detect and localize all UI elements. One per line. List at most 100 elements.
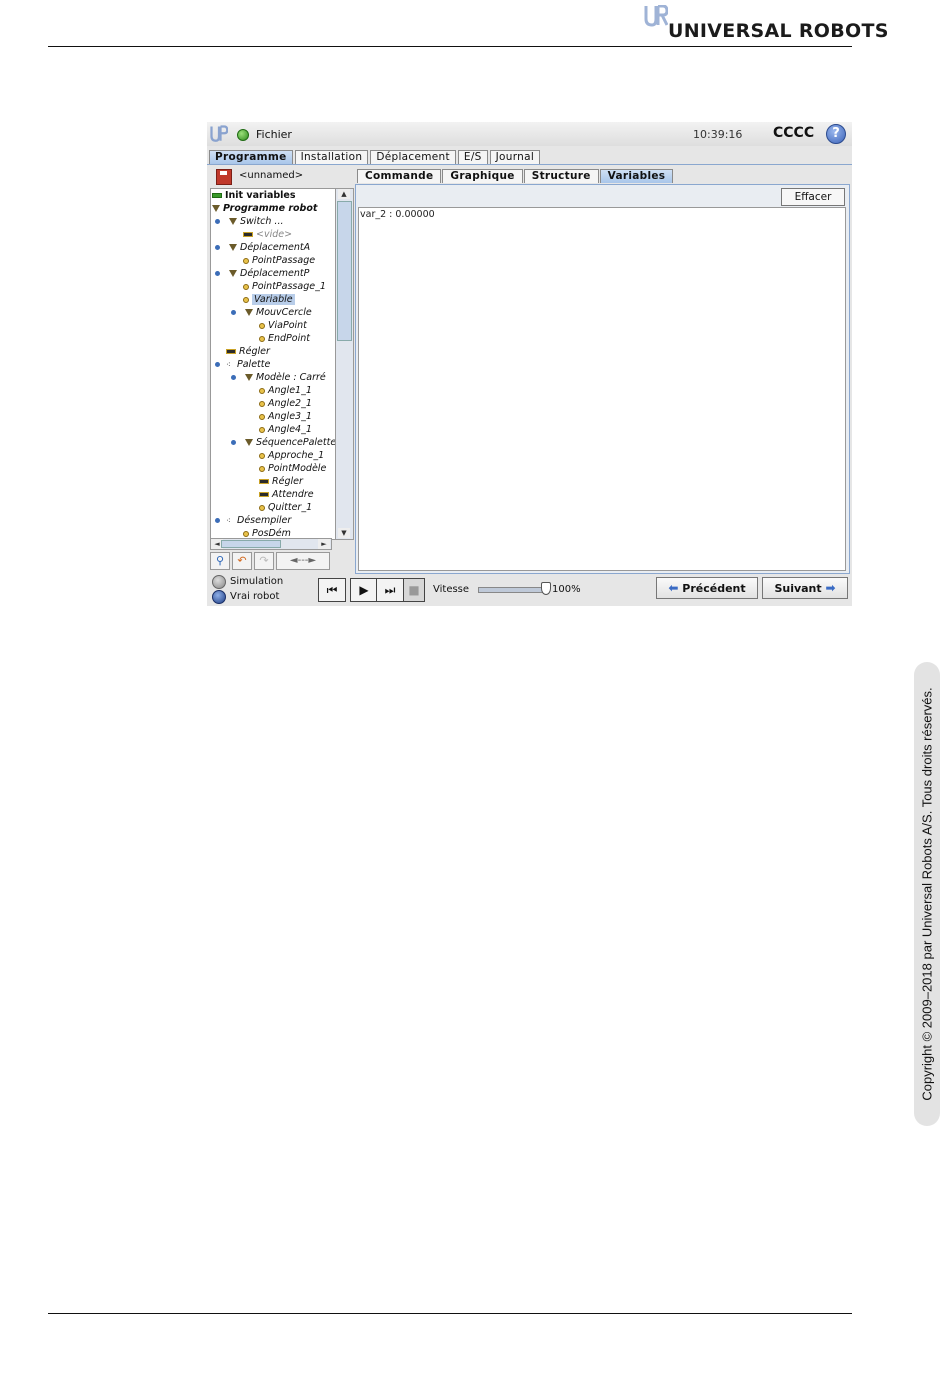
tree-node-modele-carre[interactable]: Modèle : Carré	[245, 371, 326, 384]
save-icon[interactable]	[216, 169, 232, 185]
skip-back-icon[interactable]: ⏮	[318, 578, 346, 602]
tab-commande[interactable]: Commande	[357, 169, 442, 183]
variable-row[interactable]: var_2 : 0.00000	[360, 209, 435, 220]
variables-panel: Effacer var_2 : 0.00000	[355, 184, 850, 574]
tree-node-regler-2[interactable]: Régler	[259, 475, 303, 488]
tab-deplacement[interactable]: Déplacement	[370, 150, 456, 164]
tree-node-angle2[interactable]: Angle2_1	[259, 397, 312, 410]
triangle-icon	[245, 309, 253, 316]
tree-node-deplacementp[interactable]: DéplacementP	[229, 267, 309, 280]
tree-node-mouvcercle[interactable]: MouvCercle	[245, 306, 312, 319]
speed-label: Vitesse	[433, 584, 470, 595]
tree-node-regler[interactable]: Régler	[226, 345, 270, 358]
file-menu[interactable]: Fichier	[256, 128, 292, 141]
tab-variables[interactable]: Variables	[599, 169, 674, 183]
tree-node-sequencepalette[interactable]: SéquencePalette	[245, 436, 336, 449]
previous-button[interactable]: ⬅ Précédent	[656, 577, 758, 599]
speed-slider-handle[interactable]	[541, 582, 551, 595]
tab-structure[interactable]: Structure	[523, 169, 599, 183]
tree-node-pointmodele[interactable]: PointModèle	[259, 462, 326, 475]
clear-button[interactable]: Effacer	[781, 188, 845, 206]
tree-node-quitter[interactable]: Quitter_1	[259, 501, 312, 514]
tab-divider	[207, 164, 852, 165]
tree-node-desempiler[interactable]: ⁖ Désempiler	[226, 514, 291, 527]
tree-scroll-thumb[interactable]	[337, 201, 352, 341]
next-label: Suivant	[774, 582, 822, 595]
tree-node-switch[interactable]: Switch ...	[229, 215, 284, 228]
tab-programme[interactable]: Programme	[209, 150, 293, 164]
tab-journal[interactable]: Journal	[489, 150, 541, 164]
pin-icon	[231, 310, 236, 315]
dot-icon	[259, 426, 265, 433]
tree-node-attendre[interactable]: Attendre	[259, 488, 314, 501]
tree-hscroll-thumb[interactable]	[221, 540, 281, 548]
tree-node-viapoint[interactable]: ViaPoint	[259, 319, 307, 332]
triangle-icon	[229, 244, 237, 251]
next-button[interactable]: Suivant ➡	[762, 577, 848, 599]
tree-node-pointpassage[interactable]: PointPassage	[243, 254, 315, 267]
pin-icon	[215, 362, 220, 367]
bar-icon	[226, 349, 236, 354]
speed-value: 100%	[552, 584, 581, 595]
real-robot-label: Vrai robot	[230, 591, 280, 602]
sub-tabs: Commande Graphique Structure Variables	[357, 169, 674, 184]
tree-horizontal-scrollbar[interactable]: ◄ ►	[210, 538, 332, 550]
scroll-up-icon[interactable]: ▲	[338, 189, 350, 199]
undo-icon[interactable]: ↶	[232, 552, 252, 570]
top-bar: Fichier 10:39:16 CCCC ?	[207, 122, 852, 146]
stop-icon[interactable]: ■	[403, 578, 425, 602]
help-icon[interactable]: ?	[826, 124, 846, 144]
step-icon[interactable]: ⏭	[376, 578, 404, 602]
ur-app-logo-icon[interactable]	[210, 125, 228, 143]
tree-node-endpoint[interactable]: EndPoint	[259, 332, 310, 345]
speed-slider[interactable]	[478, 587, 548, 593]
bar-icon	[243, 232, 253, 237]
bar-icon	[259, 492, 269, 497]
tab-installation[interactable]: Installation	[294, 150, 369, 164]
redo-icon[interactable]: ↷	[254, 552, 274, 570]
tree-node-vide[interactable]: <vide>	[243, 228, 292, 241]
dot-icon	[259, 335, 265, 342]
tab-graphique[interactable]: Graphique	[442, 169, 523, 183]
pin-icon	[215, 245, 220, 250]
program-name: <unnamed>	[239, 170, 304, 181]
triangle-icon	[245, 374, 253, 381]
play-icon[interactable]: ▶	[350, 578, 378, 602]
pallet-icon: ⁖	[226, 515, 231, 525]
footer-rule	[48, 1313, 852, 1314]
dot-icon	[243, 257, 249, 264]
tree-node-angle3[interactable]: Angle3_1	[259, 410, 312, 423]
header-rule	[48, 46, 852, 47]
simulation-radio[interactable]	[212, 575, 226, 589]
dot-icon	[259, 400, 265, 407]
pallet-icon: ⁖	[226, 359, 231, 369]
tree-node-approche[interactable]: Approche_1	[259, 449, 324, 462]
copyright-tab: Copyright © 2009–2018 par Universal Robo…	[914, 662, 940, 1126]
bottom-bar: Simulation Vrai robot ⏮ ▶ ⏭ ■ Vitesse 10…	[207, 574, 852, 606]
tree-node-palette[interactable]: ⁖ Palette	[226, 358, 270, 371]
tree-node-deplacementa[interactable]: DéplacementA	[229, 241, 310, 254]
triangle-icon	[245, 439, 253, 446]
drag-handle[interactable]: ◄---►	[276, 552, 330, 570]
tree-node-angle1[interactable]: Angle1_1	[259, 384, 312, 397]
bar-icon	[259, 479, 269, 484]
scroll-right-icon[interactable]: ►	[318, 539, 330, 549]
file-status-icon[interactable]	[237, 129, 249, 141]
scroll-down-icon[interactable]: ▼	[338, 528, 350, 538]
previous-label: Précédent	[682, 582, 746, 595]
tab-es[interactable]: E/S	[457, 150, 488, 164]
tree-node-pointpassage-1[interactable]: PointPassage_1	[243, 280, 326, 293]
copyright-text: Copyright © 2009–2018 par Universal Robo…	[919, 687, 935, 1101]
tree-toolbar: ⚲ ↶ ↷ ◄---►	[210, 552, 330, 570]
tree-vertical-scrollbar[interactable]: ▲ ▼	[335, 189, 353, 539]
search-icon[interactable]: ⚲	[210, 552, 230, 570]
brand-name: UNIVERSAL ROBOTS	[668, 20, 889, 42]
tree-node-angle4[interactable]: Angle4_1	[259, 423, 312, 436]
real-robot-radio[interactable]	[212, 590, 226, 604]
variables-list[interactable]: var_2 : 0.00000	[358, 207, 846, 571]
pin-icon	[215, 271, 220, 276]
tree-node-init-variables[interactable]: Init variables	[212, 189, 296, 202]
arrow-right-icon: ➡	[825, 581, 836, 595]
tree-node-variable[interactable]: Variable	[243, 293, 295, 306]
tree-node-programme-robot[interactable]: Programme robot	[212, 202, 317, 215]
